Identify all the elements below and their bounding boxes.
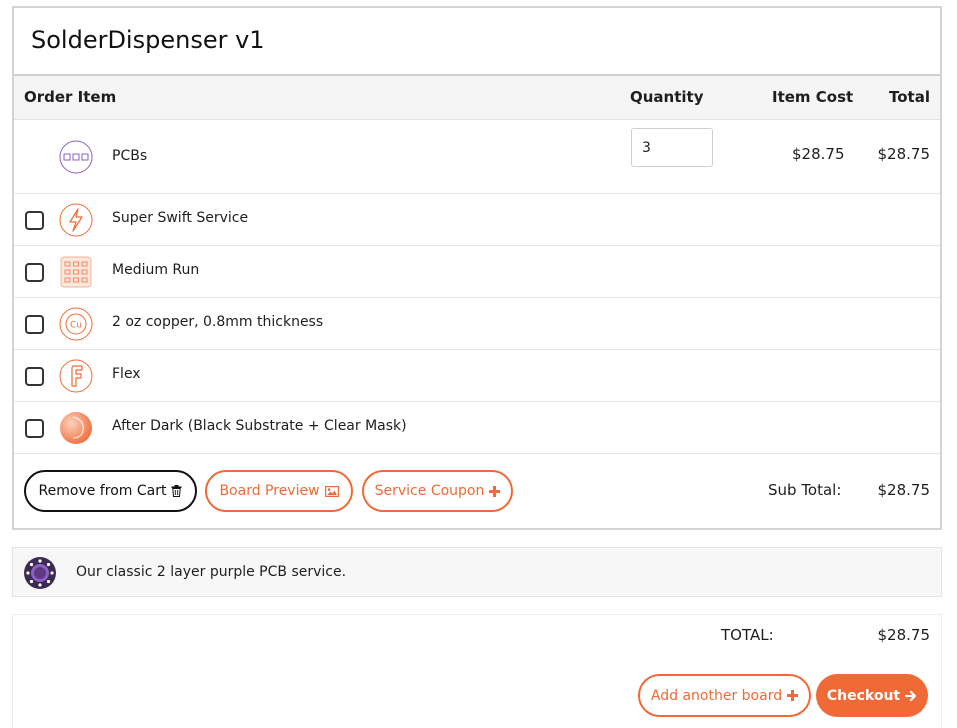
add-another-board-button[interactable]: Add another board bbox=[638, 674, 811, 717]
option-row-flex: Flex bbox=[14, 350, 940, 402]
checkout-button[interactable]: Checkout bbox=[816, 674, 928, 717]
lightning-icon bbox=[59, 203, 93, 237]
subtotal-label: Sub Total: bbox=[768, 481, 842, 499]
order-summary: TOTAL: $28.75 Add another board Checkout bbox=[12, 614, 942, 728]
service-coupon-button[interactable]: Service Coupon bbox=[362, 470, 513, 512]
checkbox-after-dark[interactable] bbox=[25, 419, 44, 438]
item-label: PCBs bbox=[112, 148, 148, 164]
option-label: Flex bbox=[112, 366, 141, 382]
item-total: $28.75 bbox=[877, 145, 931, 163]
plus-icon bbox=[787, 690, 799, 701]
checkbox-super-swift[interactable] bbox=[25, 211, 44, 230]
purple-gear-icon bbox=[24, 557, 56, 589]
option-row-medium-run: Medium Run bbox=[14, 246, 940, 298]
copper-icon: Cu bbox=[59, 307, 93, 341]
preview-label: Board Preview bbox=[219, 483, 320, 499]
grid-icon bbox=[60, 256, 92, 288]
quantity-input[interactable] bbox=[631, 128, 713, 167]
option-row-super-swift: Super Swift Service bbox=[14, 194, 940, 246]
checkbox-copper[interactable] bbox=[25, 315, 44, 334]
option-label: After Dark (Black Substrate + Clear Mask… bbox=[112, 418, 407, 434]
checkbox-flex[interactable] bbox=[25, 367, 44, 386]
board-preview-button[interactable]: Board Preview bbox=[205, 470, 353, 512]
option-label: Super Swift Service bbox=[112, 210, 249, 226]
table-header: Order Item Quantity Item Cost Total bbox=[14, 76, 940, 120]
column-quantity: Quantity bbox=[630, 88, 704, 106]
trash-icon bbox=[171, 485, 182, 497]
column-item-cost: Item Cost bbox=[772, 88, 854, 106]
coupon-label: Service Coupon bbox=[374, 483, 485, 499]
table-row-pcbs: PCBs $28.75 $28.75 bbox=[14, 120, 940, 194]
item-cost: $28.75 bbox=[792, 145, 845, 163]
plus-icon bbox=[489, 485, 501, 497]
service-info-bar: Our classic 2 layer purple PCB service. bbox=[12, 547, 942, 597]
option-row-copper: Cu 2 oz copper, 0.8mm thickness bbox=[14, 298, 940, 350]
pcb-icon bbox=[59, 140, 93, 174]
column-order-item: Order Item bbox=[24, 88, 117, 106]
arrow-right-icon bbox=[905, 690, 917, 701]
image-icon bbox=[324, 485, 339, 497]
checkbox-medium-run[interactable] bbox=[25, 263, 44, 282]
cart-actions: Remove from Cart Board Preview Service C… bbox=[14, 454, 940, 530]
remove-from-cart-button[interactable]: Remove from Cart bbox=[24, 470, 197, 512]
option-label: Medium Run bbox=[112, 262, 200, 278]
cart-card: SolderDispenser v1 Order Item Quantity I… bbox=[12, 6, 942, 530]
flex-icon bbox=[59, 359, 93, 393]
option-label: 2 oz copper, 0.8mm thickness bbox=[112, 314, 324, 330]
column-total: Total bbox=[889, 88, 930, 106]
project-title: SolderDispenser v1 bbox=[14, 8, 940, 76]
add-board-label: Add another board bbox=[650, 687, 783, 704]
grand-total-label: TOTAL: bbox=[721, 626, 774, 644]
after-dark-icon bbox=[60, 412, 92, 444]
remove-label: Remove from Cart bbox=[38, 483, 167, 499]
checkout-label: Checkout bbox=[826, 687, 901, 704]
option-row-after-dark: After Dark (Black Substrate + Clear Mask… bbox=[14, 402, 940, 454]
svg-text:Cu: Cu bbox=[70, 321, 82, 331]
subtotal-value: $28.75 bbox=[877, 481, 931, 499]
service-description: Our classic 2 layer purple PCB service. bbox=[76, 564, 347, 580]
grand-total-value: $28.75 bbox=[877, 626, 931, 644]
